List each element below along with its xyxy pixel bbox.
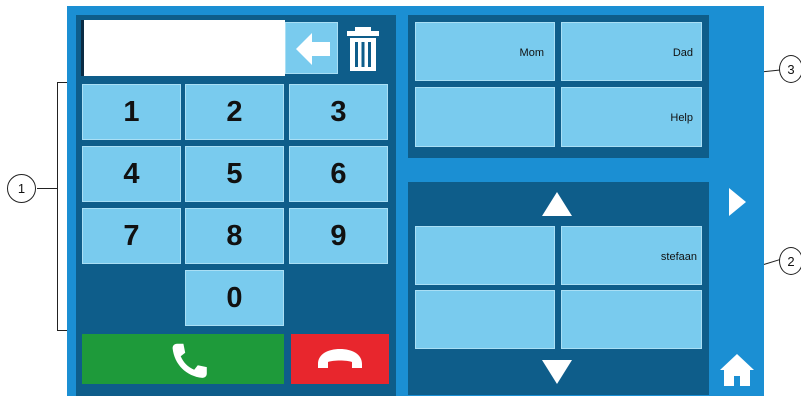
callout-1-label: 1 xyxy=(17,181,26,196)
favorite-dad-label: Dad xyxy=(672,47,693,59)
favorite-help[interactable]: Help xyxy=(561,87,702,147)
key-5[interactable]: 5 xyxy=(185,146,284,202)
key-8-label: 8 xyxy=(226,219,243,252)
key-0[interactable]: 0 xyxy=(185,270,284,326)
contact-slot-3[interactable] xyxy=(415,290,555,349)
trash-icon xyxy=(347,27,379,71)
backspace-arrow-icon xyxy=(296,33,330,65)
contact-stefaan[interactable]: stefaan xyxy=(561,226,702,285)
key-3-label: 3 xyxy=(330,95,347,128)
backspace-button[interactable] xyxy=(285,22,338,74)
key-4[interactable]: 4 xyxy=(82,146,181,202)
callout-3-label: 3 xyxy=(787,61,795,77)
callout-3: 3 xyxy=(779,55,801,83)
key-1-label: 1 xyxy=(123,95,140,128)
contact-slot-4[interactable] xyxy=(561,290,702,349)
callout-2: 2 xyxy=(779,247,801,275)
callout-1: 1 xyxy=(7,174,36,203)
favorite-mom-label: Mom xyxy=(519,47,544,59)
key-7-label: 7 xyxy=(123,219,140,252)
hangup-button[interactable] xyxy=(291,334,389,384)
key-0-label: 0 xyxy=(226,281,243,314)
key-8[interactable]: 8 xyxy=(185,208,284,264)
key-2[interactable]: 2 xyxy=(185,84,284,140)
phone-icon xyxy=(172,343,207,378)
clear-button[interactable] xyxy=(342,24,384,74)
key-2-label: 2 xyxy=(226,95,243,128)
key-7[interactable]: 7 xyxy=(82,208,181,264)
favorite-help-label: Help xyxy=(670,112,693,124)
arrow-down-icon xyxy=(542,360,572,384)
number-display[interactable] xyxy=(81,20,285,76)
key-9-label: 9 xyxy=(330,219,347,252)
call-button[interactable] xyxy=(82,334,284,384)
key-5-label: 5 xyxy=(226,157,243,190)
next-page-button[interactable] xyxy=(722,184,752,220)
contact-slot-1[interactable] xyxy=(415,226,555,285)
hangup-icon xyxy=(318,349,362,368)
key-6[interactable]: 6 xyxy=(289,146,388,202)
callout-2-label: 2 xyxy=(787,253,795,269)
phone-screen: 1 2 3 4 5 6 7 8 9 0 Mom Dad Help stefaan xyxy=(67,6,764,396)
home-icon xyxy=(720,354,754,386)
scroll-up-button[interactable] xyxy=(537,186,577,224)
callout-line-1 xyxy=(37,188,57,189)
arrow-up-icon xyxy=(542,192,572,216)
arrow-right-icon xyxy=(729,188,746,216)
favorite-dad[interactable]: Dad xyxy=(561,22,702,81)
favorite-empty[interactable] xyxy=(415,87,555,147)
key-1[interactable]: 1 xyxy=(82,84,181,140)
scroll-down-button[interactable] xyxy=(537,354,577,392)
key-3[interactable]: 3 xyxy=(289,84,388,140)
favorite-mom[interactable]: Mom xyxy=(415,22,555,81)
contact-stefaan-label: stefaan xyxy=(660,251,697,263)
key-4-label: 4 xyxy=(123,157,140,190)
home-button[interactable] xyxy=(717,350,757,390)
key-9[interactable]: 9 xyxy=(289,208,388,264)
key-6-label: 6 xyxy=(330,157,347,190)
